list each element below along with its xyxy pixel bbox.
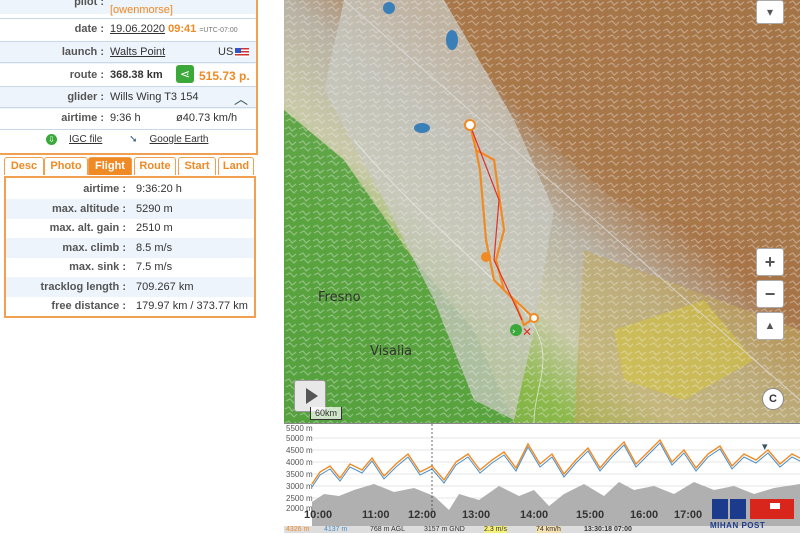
- airtime-row: airtime : 9:36 h ø40.73 km/h: [61, 112, 238, 124]
- tab-land[interactable]: Land: [218, 157, 254, 175]
- turnpoint-icon[interactable]: [529, 313, 539, 323]
- pilot-handle[interactable]: [owenmorse]: [110, 4, 173, 16]
- route-distance: 368.38 km: [110, 69, 163, 81]
- stat-row: free distance :179.97 km / 373.77 km: [51, 300, 248, 312]
- stat-row: max. alt. gain :2510 m: [49, 222, 173, 234]
- x-axis-label: 10:00: [304, 509, 333, 521]
- country-code: US: [218, 46, 234, 58]
- route-points: 515.73 p.: [199, 69, 250, 83]
- pilot-row: pilot : [owenmorse]: [0, 0, 256, 16]
- igc-icon: ⇩: [46, 134, 57, 145]
- stat-row: max. climb :8.5 m/s: [6, 238, 254, 258]
- tab-photo[interactable]: Photo: [44, 157, 88, 175]
- tilt-up-icon[interactable]: ▲: [756, 312, 784, 340]
- pilot-label: pilot :: [74, 0, 104, 8]
- y-axis-label: 3000 m: [286, 482, 313, 491]
- mihan-post-logo: MIHAN POST: [710, 497, 798, 531]
- tab-flight[interactable]: Flight: [88, 157, 132, 175]
- x-axis-label: 11:00: [362, 509, 390, 521]
- tab-desc[interactable]: Desc: [4, 157, 44, 175]
- zoom-in-button[interactable]: +: [756, 248, 784, 276]
- zoom-out-button[interactable]: −: [756, 280, 784, 308]
- date-row: date : 19.06.2020 09:41 =UTC-07:00: [74, 23, 238, 35]
- x-axis-label: 12:00: [408, 509, 437, 521]
- date-link[interactable]: 19.06.2020: [110, 23, 165, 35]
- google-earth-link[interactable]: ➘ Google Earth: [129, 134, 220, 145]
- stat-row: max. sink :7.5 m/s: [69, 261, 173, 273]
- copyright-icon[interactable]: C: [762, 388, 784, 410]
- turnpoint-icon[interactable]: [464, 119, 476, 131]
- stat-row: tracklog length :709.267 km: [6, 277, 254, 297]
- timezone: =UTC-07:00: [199, 27, 238, 34]
- launch-time: 09:41: [168, 23, 197, 35]
- flight-info-panel: pilot : [owenmorse] date : 19.06.2020 09…: [0, 0, 258, 155]
- glider-name: Wills Wing T3 154: [110, 91, 199, 103]
- flight-stats-table: airtime :9:36:20 h max. altitude :5290 m…: [4, 176, 256, 318]
- stat-row: airtime :9:36:20 h: [83, 183, 182, 195]
- chevron-up-icon[interactable]: ︿: [234, 89, 248, 109]
- tab-start[interactable]: Start: [178, 157, 216, 175]
- y-axis-label: 4500 m: [286, 446, 313, 455]
- glider-row: glider : Wills Wing T3 154 ︿: [0, 87, 256, 109]
- turnpoint-icon[interactable]: [481, 252, 491, 262]
- y-axis-label: 5500 m: [286, 424, 313, 433]
- x-axis-label: 15:00: [576, 509, 605, 521]
- download-links: ⇩ IGC file ➘ Google Earth: [46, 134, 232, 145]
- y-axis-label: 4000 m: [286, 458, 313, 467]
- route-row: route : 368.38 km ⋖ 515.73 p.: [69, 65, 250, 83]
- avg-speed: ø40.73 km/h: [176, 112, 238, 124]
- launch-row: launch : Walts Point US: [0, 42, 256, 64]
- y-axis-label: 3500 m: [286, 470, 313, 479]
- map-scale: 60km: [310, 407, 342, 420]
- launch-link[interactable]: Walts Point: [110, 46, 165, 58]
- map-menu-button[interactable]: ▾: [756, 0, 784, 24]
- y-axis-label: 5000 m: [286, 434, 313, 443]
- x-axis-label: 14:00: [520, 509, 549, 521]
- flight-map[interactable]: › ✕ Fresno Visalia ▾ + − ▲ 60km C: [284, 0, 800, 423]
- share-icon[interactable]: ⋖: [176, 65, 194, 83]
- airtime-value: 9:36 h: [110, 112, 141, 124]
- stat-row: max. altitude :5290 m: [6, 199, 254, 219]
- svg-text:›: ›: [512, 327, 516, 337]
- x-axis-label: 16:00: [630, 509, 659, 521]
- landing-marker-icon[interactable]: ✕: [522, 325, 532, 339]
- y-axis-label: 2500 m: [286, 494, 313, 503]
- tab-route[interactable]: Route: [134, 157, 176, 175]
- terrain-map: › ✕: [284, 0, 800, 423]
- city-label: Fresno: [318, 290, 361, 305]
- us-flag-icon: [235, 47, 250, 57]
- x-axis-label: 13:00: [462, 509, 491, 521]
- x-axis-label: 17:00: [674, 509, 703, 521]
- city-label: Visalia: [370, 344, 413, 359]
- google-earth-icon: ➘: [129, 134, 138, 145]
- chart-menu-chevron-icon[interactable]: ▾: [762, 440, 776, 453]
- igc-file-link[interactable]: ⇩ IGC file: [46, 134, 114, 145]
